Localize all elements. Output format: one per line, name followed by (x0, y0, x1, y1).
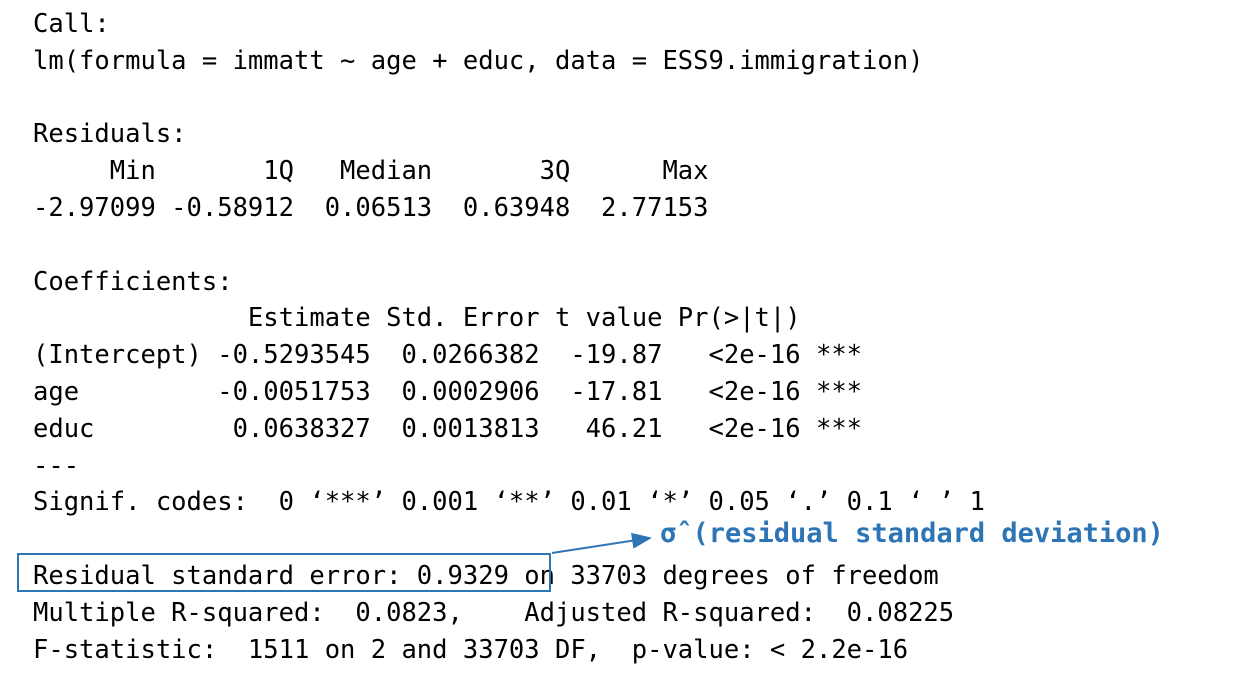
coefficient-row-age: age -0.0051753 0.0002906 -17.81 <2e-16 *… (33, 376, 863, 407)
call-header: Call: (33, 9, 110, 39)
coefficients-columns: Estimate Std. Error t value Pr(>|t|) (33, 303, 863, 334)
call-formula: lm(formula = immatt ~ age + educ, data =… (33, 45, 924, 76)
f-statistic-line: F-statistic: 1511 on 2 and 33703 DF, p-v… (33, 634, 909, 665)
r-squared-line: Multiple R-squared: 0.0823, Adjusted R-s… (33, 597, 970, 628)
signif-codes: Signif. codes: 0 ‘***’ 0.001 ‘**’ 0.01 ‘… (33, 487, 985, 518)
sigma-hat-annotation: σ̂ (residual standard deviation) (660, 518, 1164, 549)
coefficients-header: Coefficients: (33, 266, 233, 297)
residuals-labels: Min 1Q Median 3Q Max (33, 156, 724, 187)
separator: --- (33, 450, 80, 481)
residual-se-highlight-box (17, 553, 551, 592)
residuals-values: -2.97099 -0.58912 0.06513 0.63948 2.7715… (33, 192, 724, 223)
coefficient-row-intercept: (Intercept) -0.5293545 0.0266382 -19.87 … (33, 340, 863, 371)
coefficient-row-educ: educ 0.0638327 0.0013813 46.21 <2e-16 **… (33, 413, 863, 444)
residuals-header: Residuals: (33, 119, 187, 150)
